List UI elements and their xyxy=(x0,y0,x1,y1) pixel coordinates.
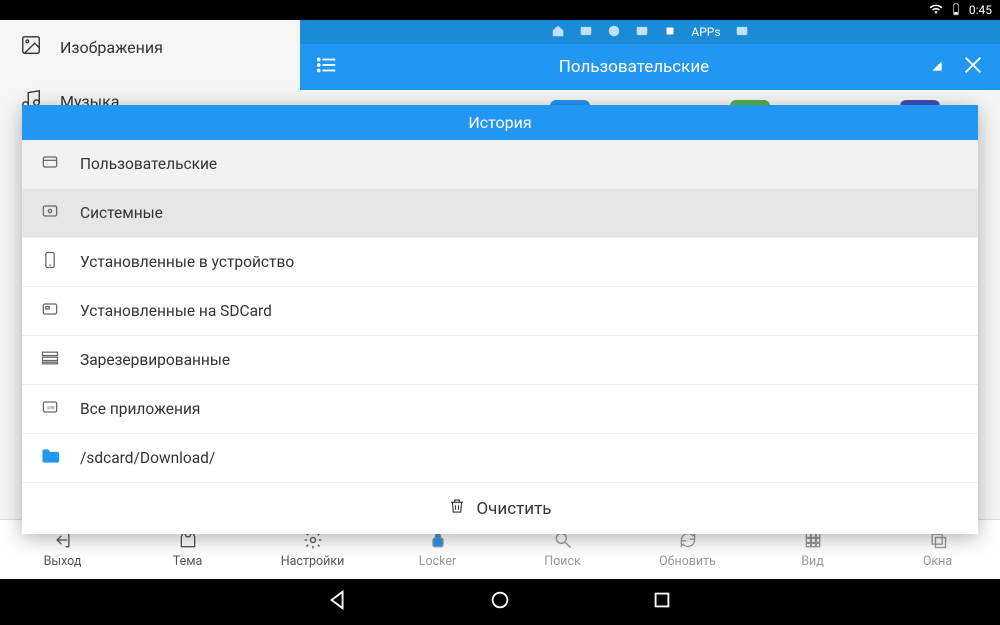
status-bar: 0:45 xyxy=(0,0,1000,20)
history-item-label: /sdcard/Download/ xyxy=(80,449,215,467)
history-item-download[interactable]: /sdcard/Download/ xyxy=(22,434,978,483)
history-item-backup[interactable]: Зарезервированные xyxy=(22,336,978,385)
wifi-icon xyxy=(929,2,943,19)
history-item-system[interactable]: Системные xyxy=(22,189,978,238)
apps-system-icon xyxy=(40,201,60,225)
sidebar-item-label: Изображения xyxy=(60,38,163,57)
apps-user-icon xyxy=(40,152,60,176)
breadcrumb-bar: APPs xyxy=(300,20,1000,44)
toolbar-label: Тема xyxy=(173,554,203,569)
android-nav-bar xyxy=(0,579,1000,625)
modal-title: История xyxy=(22,105,978,140)
clear-button[interactable]: Очистить xyxy=(22,483,978,534)
main-header-title: Пользовательские xyxy=(338,57,930,77)
toolbar-label: Locker xyxy=(419,554,456,569)
main-panel: APPs Пользовательские xyxy=(300,20,1000,90)
clear-label: Очистить xyxy=(476,499,551,519)
battery-icon xyxy=(949,2,963,19)
history-item-user[interactable]: Пользовательские xyxy=(22,140,978,189)
history-item-label: Системные xyxy=(80,204,163,222)
apps-crumb-label[interactable]: APPs xyxy=(691,25,720,39)
history-modal: История Пользовательские Системные Устан… xyxy=(22,105,978,534)
main-header: Пользовательские xyxy=(300,44,1000,90)
robot-icon xyxy=(663,24,677,41)
image-icon xyxy=(20,34,42,60)
sidebar-item-images[interactable]: Изображения xyxy=(0,20,300,74)
history-item-label: Зарезервированные xyxy=(80,351,230,369)
expand-icon[interactable] xyxy=(930,58,944,77)
toolbar-label: Вид xyxy=(801,554,824,569)
apps-apk-icon: APK xyxy=(40,397,60,421)
toolbar-label: Поиск xyxy=(544,554,581,569)
history-item-sdcard[interactable]: Установленные на SDCard xyxy=(22,287,978,336)
apps-device-icon xyxy=(40,250,60,274)
toolbar-label: Обновить xyxy=(659,554,716,569)
toolbar-label: Настройки xyxy=(281,554,345,569)
svg-text:APK: APK xyxy=(47,407,55,412)
close-icon[interactable] xyxy=(962,54,984,80)
toolbar-label: Окна xyxy=(923,554,952,569)
card-icon[interactable] xyxy=(579,24,593,41)
apps-backup-icon xyxy=(40,348,60,372)
history-item-label: Пользовательские xyxy=(80,155,217,173)
history-item-label: Установленные на SDCard xyxy=(80,302,272,320)
history-item-label: Установленные в устройство xyxy=(80,253,294,271)
home-nav-icon[interactable] xyxy=(489,589,511,615)
history-item-all[interactable]: APK Все приложения xyxy=(22,385,978,434)
card3-icon[interactable] xyxy=(735,24,749,41)
toolbar-label: Выход xyxy=(44,554,82,569)
history-item-device[interactable]: Установленные в устройство xyxy=(22,238,978,287)
recent-icon[interactable] xyxy=(651,589,673,615)
apps-sdcard-icon xyxy=(40,299,60,323)
status-time: 0:45 xyxy=(969,3,992,17)
globe-icon[interactable] xyxy=(607,24,621,41)
back-icon[interactable] xyxy=(327,589,349,615)
home-icon[interactable] xyxy=(551,24,565,41)
trash-icon xyxy=(448,497,466,520)
card2-icon[interactable] xyxy=(635,24,649,41)
folder-icon xyxy=(40,446,60,470)
history-list: Пользовательские Системные Установленные… xyxy=(22,140,978,483)
history-item-label: Все приложения xyxy=(80,400,200,418)
list-icon[interactable] xyxy=(316,54,338,80)
